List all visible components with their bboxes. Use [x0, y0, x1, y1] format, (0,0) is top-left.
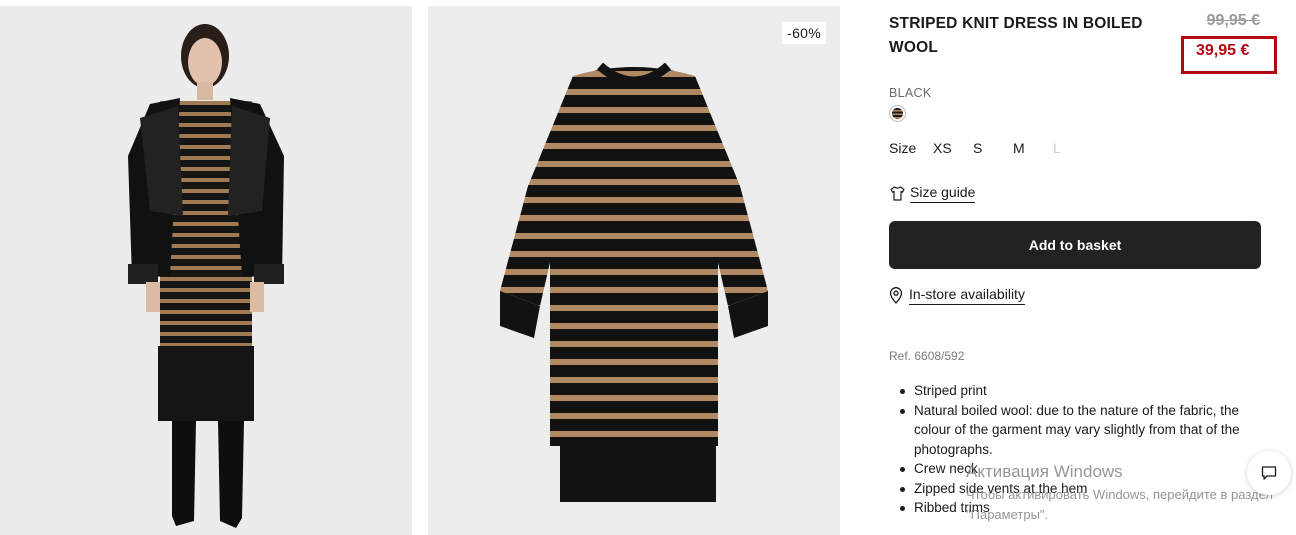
new-price: 39,95 € — [1196, 42, 1250, 59]
old-price: 99,95 € — [1206, 12, 1260, 29]
chat-button[interactable] — [1247, 451, 1291, 495]
product-photo[interactable]: -60% — [428, 6, 840, 535]
in-store-label[interactable]: In-store availability — [909, 286, 1025, 305]
list-item: Zipped side vents at the hem — [898, 479, 1270, 499]
size-option-s[interactable]: S — [973, 140, 1013, 156]
list-item: Ribbed trims — [898, 498, 1270, 518]
add-to-basket-button[interactable]: Add to basket — [889, 221, 1261, 269]
reference-number: Ref. 6608/592 — [889, 349, 965, 363]
size-option-m[interactable]: M — [1013, 140, 1053, 156]
size-label: Size — [889, 140, 917, 156]
feature-list: Striped print Natural boiled wool: due t… — [898, 381, 1270, 518]
list-item: Striped print — [898, 381, 1270, 401]
new-price-highlight: 39,95 € — [1181, 36, 1277, 74]
product-page: -60% STRIPED KNIT DRESS IN BOILED WOOL 9… — [0, 0, 1296, 535]
tshirt-icon — [890, 186, 905, 201]
product-title: STRIPED KNIT DRESS IN BOILED WOOL — [889, 15, 1143, 56]
size-selector: Size XS S M L — [889, 140, 1093, 156]
list-item: Natural boiled wool: due to the nature o… — [898, 401, 1270, 460]
size-option-xs[interactable]: XS — [933, 140, 973, 156]
discount-badge: -60% — [782, 22, 826, 44]
model-illustration — [128, 24, 284, 528]
location-pin-icon — [889, 287, 903, 304]
dress-illustration — [500, 62, 768, 502]
list-item: Crew neck — [898, 459, 1270, 479]
color-name: BLACK — [889, 86, 932, 100]
size-guide-link[interactable]: Size guide — [889, 184, 976, 203]
product-info-panel: STRIPED KNIT DRESS IN BOILED WOOL 99,95 … — [889, 0, 1277, 535]
striped-swatch-icon[interactable] — [889, 105, 906, 122]
in-store-availability-link[interactable]: In-store availability — [889, 286, 1025, 305]
size-guide-label[interactable]: Size guide — [910, 184, 976, 203]
chat-bubble-icon — [1261, 466, 1277, 480]
size-option-l: L — [1053, 140, 1061, 156]
model-photo[interactable] — [0, 6, 412, 535]
